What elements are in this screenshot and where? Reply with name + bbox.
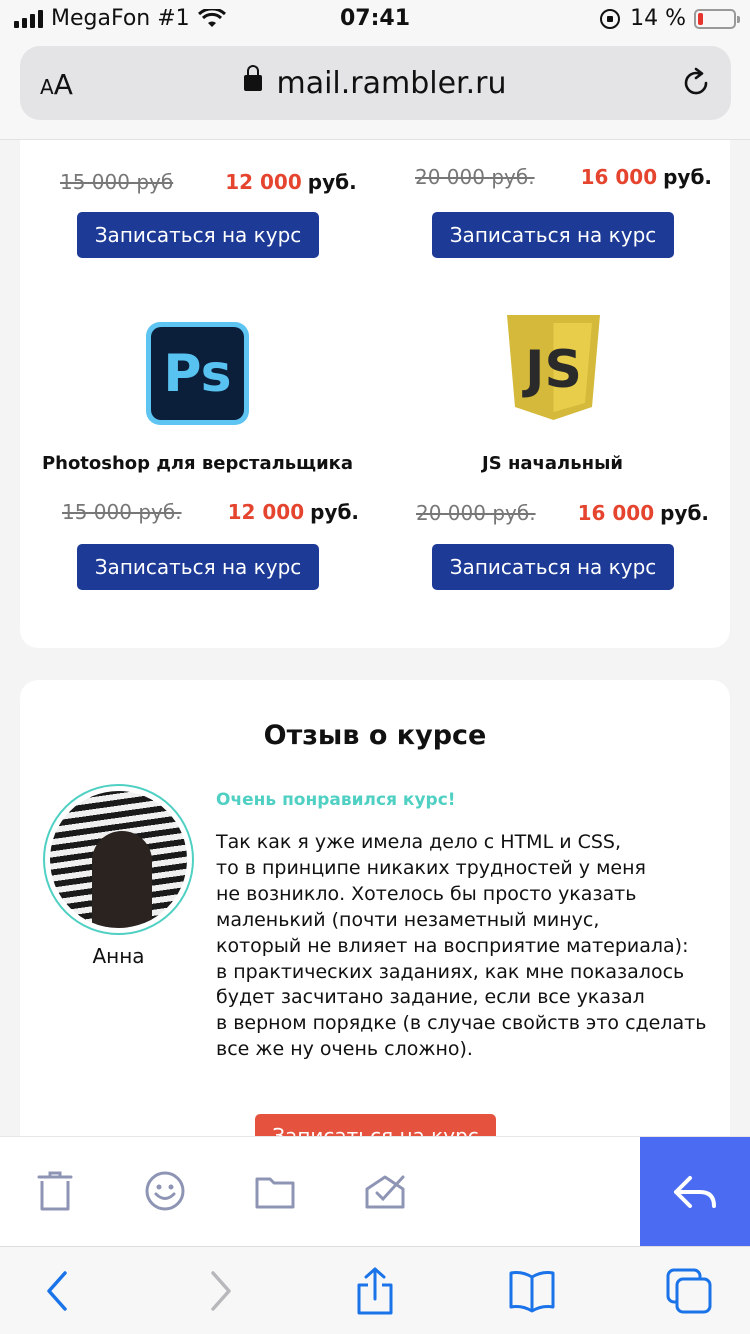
avatar: [43, 784, 194, 935]
battery-percent: 14 %: [630, 6, 686, 31]
back-icon[interactable]: [35, 1267, 83, 1315]
enroll-button[interactable]: Записаться на курс: [77, 212, 319, 258]
forward-icon[interactable]: [195, 1267, 243, 1315]
status-right: 14 %: [600, 6, 740, 31]
enroll-button[interactable]: Записаться на курс: [77, 544, 319, 590]
avatar-image: [50, 791, 187, 928]
new-price: 12 000: [227, 500, 305, 524]
currency: руб.: [663, 165, 713, 189]
svg-text:JS: JS: [522, 340, 582, 400]
new-price: 12 000: [225, 170, 302, 194]
tabs-icon[interactable]: [665, 1267, 713, 1315]
battery-icon: [694, 8, 740, 29]
course-title: JS начальный: [482, 453, 623, 474]
mail-toolbar: [0, 1136, 750, 1247]
currency: руб.: [660, 501, 710, 525]
review-text: Так как я уже имела дело с HTML и CSS, т…: [216, 831, 707, 1061]
trash-icon[interactable]: [33, 1169, 77, 1213]
reply-button[interactable]: [640, 1137, 750, 1247]
currency: руб.: [310, 500, 360, 524]
price-row: 15 000 руб 12 000 руб.: [60, 170, 357, 194]
reviewer-name: Анна: [92, 944, 145, 968]
old-price: 15 000 руб: [60, 170, 174, 194]
url-label: mail.rambler.ru: [276, 66, 507, 101]
review-heading: Отзыв о курсе: [263, 720, 487, 751]
share-icon[interactable]: [351, 1267, 399, 1315]
price-row: 15 000 руб. 12 000 руб.: [62, 500, 359, 524]
url-field[interactable]: mail.rambler.ru: [20, 64, 731, 101]
review-title: Очень понравился курс!: [216, 790, 456, 810]
old-price: 20 000 руб.: [416, 501, 536, 525]
price-row: 20 000 руб. 16 000 руб.: [416, 501, 709, 525]
emoji-icon[interactable]: [143, 1169, 187, 1213]
mark-done-icon[interactable]: [363, 1169, 407, 1213]
new-price: 16 000: [577, 501, 655, 525]
safari-toolbar: [0, 1246, 750, 1334]
battery-level: [698, 12, 703, 25]
address-bar[interactable]: AA mail.rambler.ru: [20, 46, 731, 120]
old-price: 15 000 руб.: [62, 500, 182, 524]
browser-header: AA mail.rambler.ru: [0, 42, 750, 140]
price-row: 20 000 руб. 16 000 руб.: [415, 165, 712, 189]
enroll-button[interactable]: Записаться на курс: [432, 212, 674, 258]
cta-button[interactable]: Записаться на курс: [255, 1114, 496, 1136]
new-price: 16 000: [580, 165, 658, 189]
page-content: 15 000 руб 12 000 руб. 20 000 руб. 16 00…: [0, 140, 750, 1136]
reload-icon[interactable]: [679, 66, 713, 100]
bookmarks-icon[interactable]: [508, 1267, 556, 1315]
review-card: Отзыв о курсе Анна Очень понравился курс…: [20, 680, 730, 1136]
enroll-button[interactable]: Записаться на курс: [432, 544, 674, 590]
folder-icon[interactable]: [253, 1169, 297, 1213]
status-bar: MegaFon #1 07:41 14 %: [0, 0, 750, 42]
course-title: Photoshop для верстальщика: [41, 453, 354, 474]
rotation-lock-icon: [600, 8, 621, 29]
photoshop-logo-icon: Ps: [146, 322, 249, 425]
reply-icon: [674, 1176, 716, 1208]
lock-icon: [244, 64, 263, 91]
courses-card: 15 000 руб 12 000 руб. 20 000 руб. 16 00…: [20, 140, 730, 648]
old-price: 20 000 руб.: [415, 165, 535, 189]
currency: руб.: [307, 170, 357, 194]
javascript-logo-icon: JS: [507, 315, 600, 420]
